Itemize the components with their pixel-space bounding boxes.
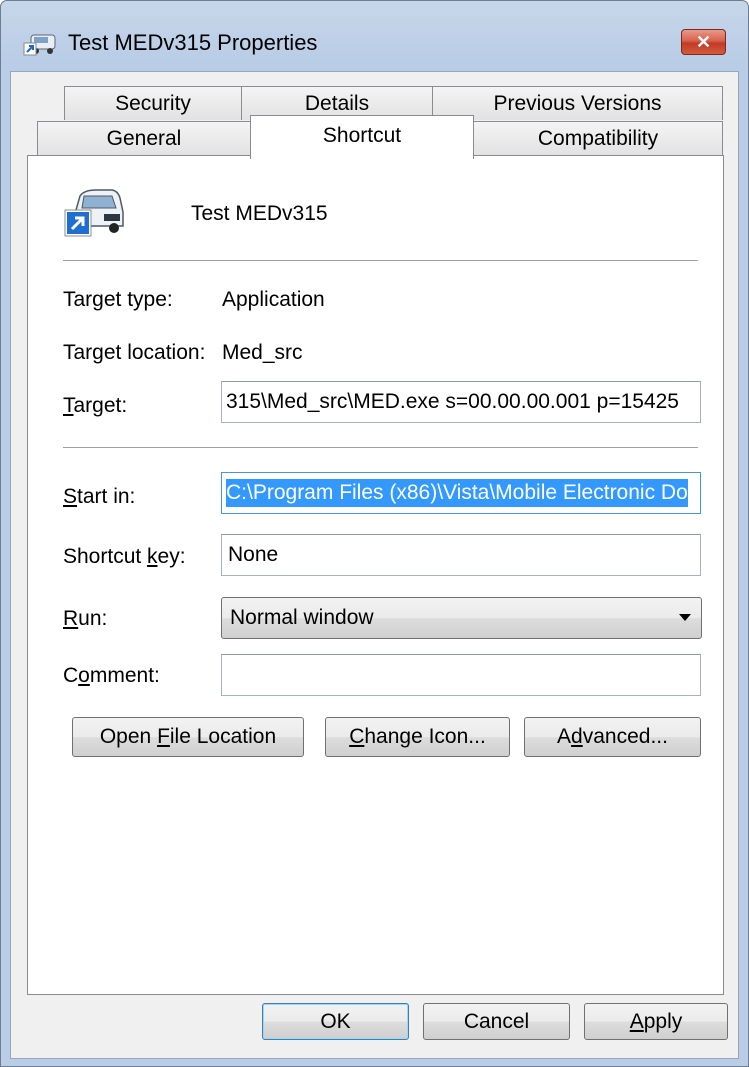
change-icon-button[interactable]: Change Icon... — [325, 717, 510, 757]
target-input[interactable]: 315\Med_src\MED.exe s=00.00.00.001 p=154… — [221, 381, 701, 423]
cancel-button[interactable]: Cancel — [423, 1003, 570, 1040]
ok-label: OK — [320, 1009, 351, 1033]
tab-compatibility-label: Compatibility — [537, 127, 659, 150]
dropdown-arrow-icon — [679, 614, 691, 621]
run-dropdown-value: Normal window — [230, 606, 374, 629]
apply-label: Apply — [629, 1009, 683, 1033]
separator-top — [63, 260, 698, 261]
target-location-value: Med_src — [222, 341, 303, 364]
tab-security[interactable]: Security — [64, 86, 242, 120]
app-icon — [23, 34, 56, 56]
start-in-selected-text: C:\Program Files (x86)\Vista\Mobile Elec… — [226, 479, 688, 507]
shortcut-name: Test MEDv315 — [191, 202, 328, 225]
shortcut-key-input[interactable]: None — [221, 534, 701, 576]
comment-input[interactable] — [221, 654, 701, 696]
open-file-location-label: Open File Location — [99, 725, 277, 748]
cancel-label: Cancel — [463, 1009, 530, 1033]
advanced-label: Advanced... — [557, 725, 668, 748]
tab-shortcut[interactable]: Shortcut — [250, 115, 474, 159]
apply-button[interactable]: Apply — [584, 1003, 728, 1040]
tab-previous-versions-label: Previous Versions — [493, 91, 662, 115]
comment-label: Comment: — [63, 664, 160, 687]
separator-middle — [63, 447, 698, 448]
target-type-label: Target type: — [63, 288, 173, 311]
close-button[interactable]: ✕ — [681, 29, 726, 55]
target-type-value: Application — [222, 288, 325, 311]
tab-shortcut-label: Shortcut — [322, 124, 402, 147]
tab-general[interactable]: General — [37, 121, 251, 156]
target-location-label: Target location: — [63, 341, 206, 364]
start-in-input[interactable]: C:\Program Files (x86)\Vista\Mobile Elec… — [221, 472, 701, 514]
shortcut-key-label: Shortcut key: — [63, 545, 186, 568]
shortcut-key-text: None — [228, 543, 279, 566]
close-icon: ✕ — [695, 31, 712, 52]
tab-general-label: General — [106, 127, 182, 150]
ok-button[interactable]: OK — [262, 1003, 409, 1040]
start-in-label: Start in: — [63, 485, 136, 508]
shortcut-app-icon — [64, 189, 124, 237]
change-icon-label: Change Icon... — [349, 725, 486, 748]
target-label: Target: — [63, 394, 128, 417]
tab-compatibility[interactable]: Compatibility — [473, 121, 723, 156]
window-title: Test MEDv315 Properties — [68, 30, 318, 55]
run-dropdown[interactable]: Normal window — [221, 597, 702, 639]
run-label: Run: — [63, 607, 108, 630]
open-file-location-button[interactable]: Open File Location — [72, 717, 304, 757]
tab-details-label: Details — [304, 91, 370, 115]
tab-previous-versions[interactable]: Previous Versions — [432, 86, 723, 120]
tab-security-label: Security — [115, 91, 191, 115]
target-input-text: 315\Med_src\MED.exe s=00.00.00.001 p=154… — [226, 390, 679, 413]
advanced-button[interactable]: Advanced... — [524, 717, 701, 757]
title-bar[interactable]: Test MEDv315 Properties ✕ — [1, 1, 748, 71]
